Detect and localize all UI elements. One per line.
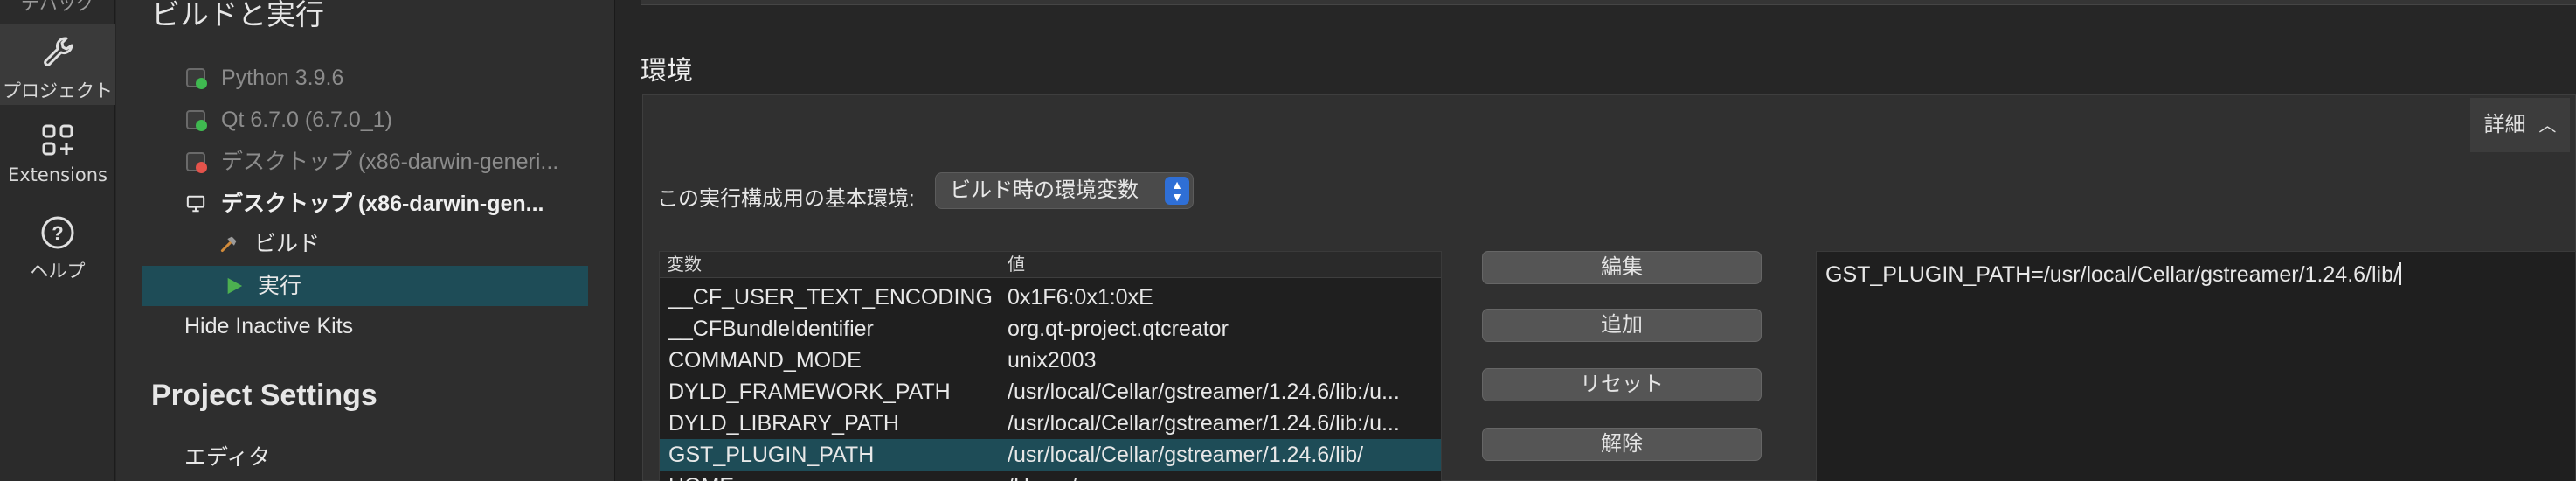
- variable-name-cell: __CF_USER_TEXT_ENCODING: [668, 285, 993, 310]
- hide-inactive-kits-label: Hide Inactive Kits: [184, 314, 354, 338]
- kit-desktop-active-row[interactable]: デスクトップ (x86-darwin-gen...: [186, 184, 614, 224]
- variable-value-cell: unix2003: [1008, 348, 1097, 373]
- kit-status-ok-icon: [186, 68, 207, 89]
- svg-text:?: ?: [52, 222, 63, 244]
- mode-help-label: ヘルプ: [30, 261, 86, 282]
- text-caret: [2399, 262, 2401, 285]
- mode-sidebar: デバッグ プロジェクト Extensions ? ヘルプ: [0, 0, 115, 481]
- variable-name-cell: COMMAND_MODE: [668, 348, 862, 373]
- base-environment-value: ビルド時の環境変数: [950, 178, 1139, 202]
- table-row[interactable]: DYLD_FRAMEWORK_PATH/usr/local/Cellar/gst…: [660, 376, 1441, 408]
- mode-extensions[interactable]: Extensions: [0, 121, 115, 185]
- chevron-up-icon: ︿: [2538, 116, 2557, 136]
- table-row[interactable]: DYLD_LIBRARY_PATH/usr/local/Cellar/gstre…: [660, 408, 1441, 439]
- mode-extensions-label: Extensions: [7, 164, 108, 185]
- table-row[interactable]: __CFBundleIdentifier org.qt-project.qtcre…: [660, 313, 1441, 345]
- details-label: 詳細: [2483, 113, 2526, 136]
- unset-button[interactable]: 解除: [1482, 428, 1762, 461]
- add-button[interactable]: 追加: [1482, 309, 1762, 342]
- variable-name-cell: DYLD_FRAMEWORK_PATH: [668, 380, 951, 404]
- mode-project-label: プロジェクト: [3, 80, 113, 101]
- hammer-icon: [220, 236, 237, 253]
- variable-value-cell: /usr/local/Cellar/gstreamer/1.24.6/lib/: [1008, 443, 1364, 467]
- kit-python-row[interactable]: Python 3.9.6: [186, 58, 614, 98]
- updown-arrows-icon: ▲ ▼: [1165, 177, 1189, 205]
- column-header-value[interactable]: 値: [1008, 252, 1025, 278]
- tree-item-editor-label: エディタ: [184, 445, 271, 470]
- variable-name-cell: HOME: [668, 471, 1001, 481]
- tree-item-run-label: 実行: [258, 274, 302, 298]
- previous-section-edge: [641, 0, 2576, 5]
- variable-value-cell: org.qt-project.qtcreator: [1008, 317, 1229, 341]
- reset-button[interactable]: リセット: [1482, 368, 1762, 401]
- kit-desktop-generic-label: デスクトップ (x86-darwin-generi...: [221, 150, 559, 174]
- tree-item-editor[interactable]: エディタ: [184, 437, 613, 478]
- table-row[interactable]: COMMAND_MODE unix2003: [660, 345, 1441, 376]
- environment-table[interactable]: 変数 値 __CF_USER_TEXT_ENCODING 0x1F6:0x1:0x…: [659, 251, 1442, 481]
- kit-qt-label: Qt 6.7.0 (6.7.0_1): [221, 108, 392, 132]
- kit-tree: Python 3.9.6 Qt 6.7.0 (6.7.0_1) デスクトップ (…: [116, 0, 615, 481]
- mode-debug[interactable]: デバッグ: [0, 0, 115, 12]
- run-icon: [227, 277, 243, 295]
- wrench-icon: [44, 37, 73, 66]
- kit-desktop-generic-row[interactable]: デスクトップ (x86-darwin-generi...: [186, 142, 614, 182]
- variable-name-cell: DYLD_LIBRARY_PATH: [668, 411, 899, 436]
- kit-qt-row[interactable]: Qt 6.7.0 (6.7.0_1): [186, 100, 614, 140]
- variable-name-cell: GST_PLUGIN_PATH: [668, 443, 875, 467]
- variable-value-cell: /Users/...: [1008, 471, 1436, 481]
- environment-panel: 詳細 ︿ この実行構成用の基本環境: ビルド時の環境変数 ▲ ▼ 変数 値 __C…: [642, 94, 2576, 481]
- hide-inactive-kits[interactable]: Hide Inactive Kits: [184, 306, 613, 346]
- base-environment-label: この実行構成用の基本環境:: [657, 187, 915, 211]
- monitor-icon: [186, 195, 205, 213]
- help-icon: ?: [41, 216, 74, 249]
- kit-desktop-active-label: デスクトップ (x86-darwin-gen...: [221, 192, 544, 216]
- tree-item-run[interactable]: 実行: [142, 266, 588, 306]
- table-row[interactable]: HOME/Users/...: [660, 471, 1441, 481]
- project-settings-title: Project Settings: [151, 379, 377, 412]
- variable-value-cell: /usr/local/Cellar/gstreamer/1.24.6/lib:/…: [1008, 411, 1400, 436]
- mode-debug-label: デバッグ: [21, 0, 94, 12]
- main-area: 環境 詳細 ︿ この実行構成用の基本環境: ビルド時の環境変数 ▲ ▼ 変数 値 …: [616, 0, 2576, 481]
- kit-status-ok-icon: [186, 110, 207, 131]
- mode-project[interactable]: プロジェクト: [0, 24, 115, 105]
- environment-title: 環境: [641, 57, 693, 86]
- mode-help[interactable]: ? ヘルプ: [0, 213, 115, 283]
- edit-button[interactable]: 編集: [1482, 251, 1762, 284]
- table-row[interactable]: GST_PLUGIN_PATH/usr/local/Cellar/gstream…: [660, 439, 1441, 471]
- extensions-icon: [42, 124, 73, 156]
- kit-python-label: Python 3.9.6: [221, 66, 344, 90]
- editor-line: GST_PLUGIN_PATH=/usr/local/Cellar/gstrea…: [1825, 262, 2399, 287]
- environment-text-editor[interactable]: GST_PLUGIN_PATH=/usr/local/Cellar/gstrea…: [1816, 251, 2576, 481]
- details-toggle-button[interactable]: 詳細 ︿: [2470, 98, 2570, 152]
- base-environment-select[interactable]: ビルド時の環境変数 ▲ ▼: [935, 172, 1194, 209]
- tree-item-build-label: ビルド: [254, 232, 321, 256]
- editor-content: GST_PLUGIN_PATH=/usr/local/Cellar/gstrea…: [1825, 262, 2401, 288]
- kit-status-error-icon: [186, 152, 207, 173]
- tree-item-build[interactable]: ビルド: [219, 224, 614, 264]
- column-header-variable[interactable]: 変数: [667, 252, 702, 278]
- environment-table-header: 変数 値: [660, 252, 1441, 278]
- variable-value-cell: 0x1F6:0x1:0xE: [1008, 285, 1153, 310]
- table-row[interactable]: __CF_USER_TEXT_ENCODING 0x1F6:0x1:0xE: [660, 282, 1441, 313]
- variable-value-cell: /usr/local/Cellar/gstreamer/1.24.6/lib:/…: [1008, 380, 1400, 404]
- variable-name-cell: __CFBundleIdentifier: [668, 317, 874, 341]
